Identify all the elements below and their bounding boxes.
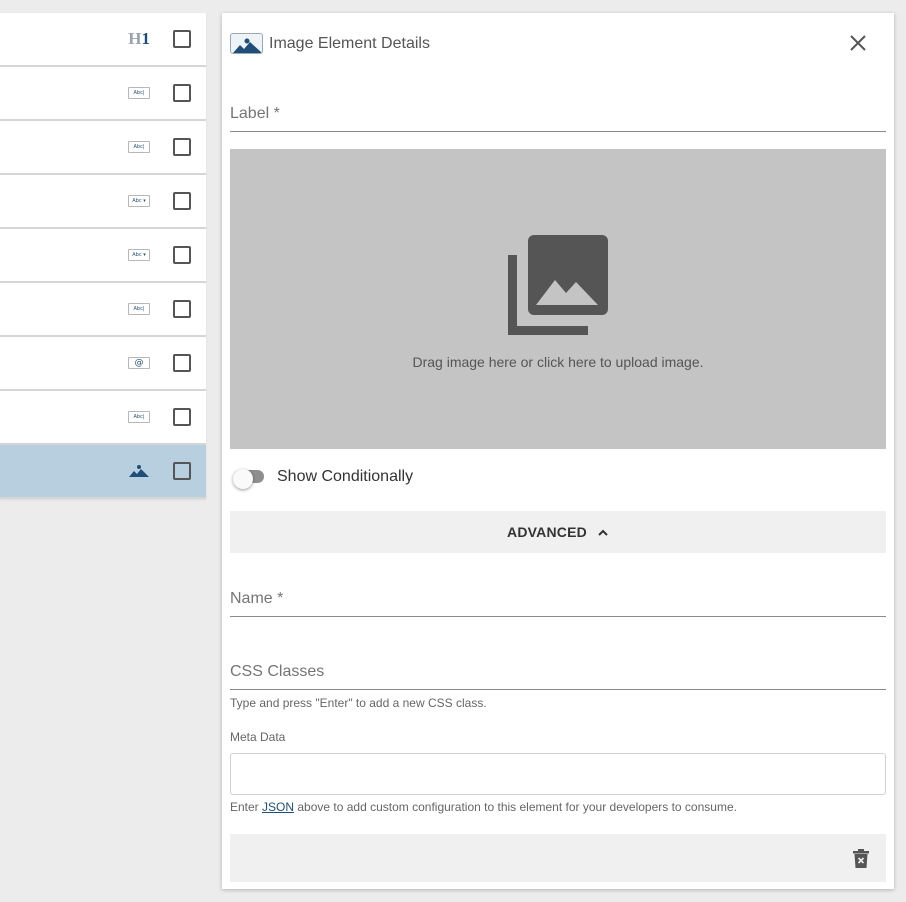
- advanced-label: ADVANCED: [507, 524, 587, 540]
- h1-icon: H1: [128, 29, 150, 48]
- trash-icon[interactable]: [852, 849, 870, 869]
- image-icon: [128, 464, 150, 478]
- meta-data-label: Meta Data: [230, 730, 286, 744]
- label-field[interactable]: Label *: [230, 105, 886, 132]
- toggle-thumb: [233, 469, 253, 489]
- text-input-icon: Abc|: [128, 141, 150, 153]
- row-checkbox[interactable]: [173, 246, 191, 264]
- list-item-email[interactable]: @: [0, 337, 206, 391]
- row-checkbox[interactable]: [173, 192, 191, 210]
- image-icon: [230, 33, 263, 54]
- row-checkbox[interactable]: [173, 138, 191, 156]
- row-checkbox[interactable]: [173, 30, 191, 48]
- name-field[interactable]: Name *: [230, 590, 886, 617]
- toggle-track[interactable]: [233, 469, 264, 489]
- panel-footer: [230, 834, 886, 882]
- panel-title: Image Element Details: [269, 35, 430, 52]
- element-list: H1 Abc| Abc| Abc ▾ Abc ▾ Abc| @ Abc|: [0, 13, 206, 499]
- row-checkbox[interactable]: [173, 354, 191, 372]
- meta-data-hint: Enter JSON above to add custom configura…: [230, 800, 737, 814]
- chevron-up-icon: [597, 526, 609, 538]
- dropdown-icon: Abc ▾: [128, 249, 150, 261]
- advanced-button[interactable]: ADVANCED: [230, 511, 886, 553]
- show-conditionally-label: Show Conditionally: [277, 468, 414, 485]
- show-conditionally-toggle[interactable]: Show Conditionally: [230, 466, 530, 490]
- text-input-icon: Abc|: [128, 87, 150, 99]
- meta-data-input[interactable]: [230, 753, 886, 795]
- list-item-heading[interactable]: H1: [0, 13, 206, 67]
- css-classes-hint: Type and press "Enter" to add a new CSS …: [230, 696, 487, 710]
- json-link[interactable]: JSON: [262, 800, 294, 814]
- name-field-label: Name *: [230, 590, 284, 607]
- text-input-icon: Abc|: [128, 303, 150, 315]
- label-field-label: Label *: [230, 105, 280, 122]
- dropdown-icon: Abc ▾: [128, 195, 150, 207]
- close-icon[interactable]: [848, 33, 868, 53]
- element-details-panel: Image Element Details Label * Drag image…: [222, 13, 894, 889]
- row-checkbox[interactable]: [173, 462, 191, 480]
- css-classes-field[interactable]: CSS Classes: [230, 663, 886, 690]
- text-input-icon: Abc|: [128, 411, 150, 423]
- row-checkbox[interactable]: [173, 84, 191, 102]
- email-icon: @: [128, 357, 150, 369]
- upload-hint-text: Drag image here or click here to upload …: [412, 354, 704, 370]
- row-checkbox[interactable]: [173, 408, 191, 426]
- list-item-dropdown[interactable]: Abc ▾: [0, 229, 206, 283]
- list-item-text-input[interactable]: Abc|: [0, 283, 206, 337]
- css-classes-label: CSS Classes: [230, 663, 325, 680]
- list-item-text-input[interactable]: Abc|: [0, 391, 206, 445]
- panel-header: Image Element Details: [230, 33, 894, 57]
- image-upload-dropzone[interactable]: Drag image here or click here to upload …: [230, 149, 886, 449]
- list-item-text-input[interactable]: Abc|: [0, 121, 206, 175]
- row-checkbox[interactable]: [173, 300, 191, 318]
- list-item-text-input[interactable]: Abc|: [0, 67, 206, 121]
- list-item-dropdown[interactable]: Abc ▾: [0, 175, 206, 229]
- list-item-image[interactable]: [0, 445, 206, 499]
- photo-library-icon: [508, 235, 608, 335]
